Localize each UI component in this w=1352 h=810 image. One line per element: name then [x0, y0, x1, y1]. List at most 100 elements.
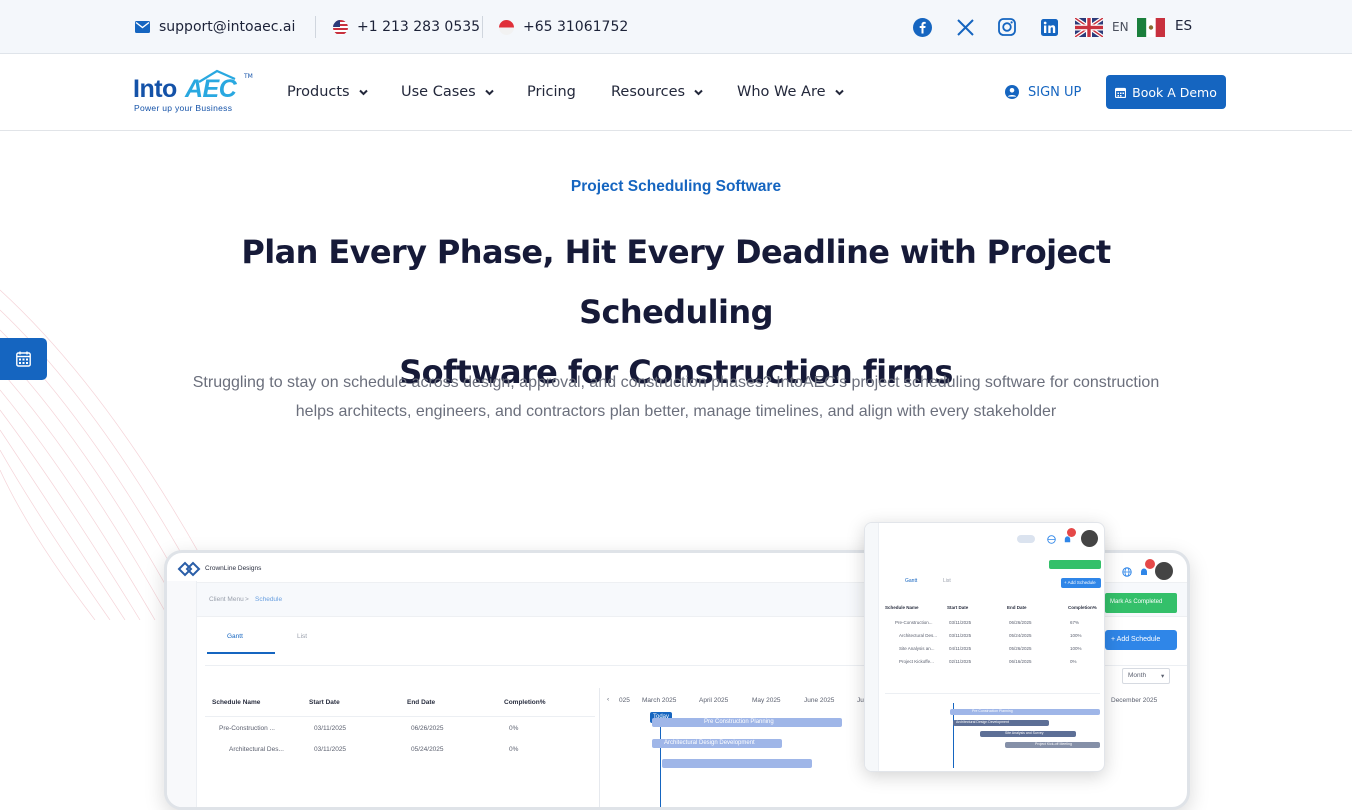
logo-roof-icon	[198, 69, 236, 83]
email-link[interactable]: support@intoaec.ai	[135, 0, 295, 54]
phone-tab-gantt: Gantt	[905, 578, 918, 584]
mock-tab-list: List	[297, 633, 308, 640]
phone-col-name: Schedule Name	[885, 605, 919, 610]
mock-col-name: Schedule Name	[212, 699, 261, 706]
mock-sidebar	[167, 581, 197, 807]
mock-month-2: April 2025	[699, 697, 729, 704]
floating-calendar-button[interactable]	[0, 338, 47, 380]
nav-who-we-are-label: Who We Are	[737, 84, 826, 100]
phone-gantt-bar-3-label: Site Analysis and Survey	[1005, 731, 1044, 735]
uk-flag-icon	[1075, 17, 1103, 37]
phone-row-1-end: 06/26/2025	[1009, 620, 1032, 625]
mock-month-5: Ju	[857, 697, 864, 704]
nav-pricing[interactable]: Pricing	[527, 82, 576, 102]
mock-gantt-bar-2: Architectural Design Development	[652, 739, 782, 748]
us-phone-link[interactable]: +1 213 283 0535	[333, 0, 480, 54]
sign-up-link[interactable]: SIGN UP	[1005, 82, 1081, 102]
nav-pricing-label: Pricing	[527, 84, 576, 100]
phone-row-2-end: 05/24/2025	[1009, 633, 1032, 638]
phone-row-2-start: 03/11/2025	[949, 633, 972, 638]
mock-row-2-end: 05/24/2025	[411, 746, 444, 753]
avatar	[1081, 530, 1098, 547]
book-demo-label: Book A Demo	[1132, 84, 1217, 100]
mobile-preview: Gantt List + Add Schedule Schedule Name …	[864, 522, 1105, 772]
divider	[482, 16, 483, 38]
phone-row-2-completion: 100%	[1070, 633, 1082, 638]
phone-tab-list: List	[943, 578, 951, 584]
mock-breadcrumb-sep: >	[245, 596, 249, 603]
phone-row-4-name: Project Kickoffe...	[899, 659, 934, 664]
crownline-logo-icon	[177, 561, 201, 577]
mock-row-2-name: Architectural Des...	[229, 746, 284, 753]
logo-tagline: Power up your Business	[134, 103, 233, 113]
lang-es-option[interactable]: ES	[1137, 0, 1192, 53]
us-flag-icon	[333, 19, 348, 35]
phone-row-4-start: 02/11/2025	[949, 659, 972, 664]
lang-es-label: ES	[1175, 18, 1193, 34]
avatar	[1155, 562, 1173, 580]
mock-col-end: End Date	[407, 699, 436, 706]
mock-col-completion: Completion%	[504, 699, 546, 706]
sg-flag-icon	[499, 19, 514, 35]
lang-en-option[interactable]: EN	[1075, 0, 1129, 54]
mock-row-1-name: Pre-Construction ...	[219, 725, 275, 732]
mock-month-4: June 2025	[804, 697, 835, 704]
phone-gantt-bar-2-label: Architectural Design Development	[956, 720, 1009, 724]
phone-row-2-name: Architectural Des...	[899, 633, 938, 638]
sg-phone-link[interactable]: +65 31061752	[499, 0, 628, 54]
chevron-down-icon	[834, 89, 844, 95]
mock-gantt-bar-2-label: Architectural Design Development	[664, 740, 755, 746]
book-demo-button[interactable]: Book A Demo	[1106, 75, 1226, 109]
hero-eyebrow: Project Scheduling Software	[570, 178, 782, 195]
mock-month-3: May 2025	[752, 697, 781, 704]
intoaec-logo[interactable]: Into AEC TM Power up your Business	[133, 69, 253, 115]
facebook-icon[interactable]	[912, 17, 932, 37]
mock-col-start: Start Date	[309, 699, 340, 706]
mock-tab-underline	[207, 652, 275, 654]
mock-mark-completed-label: Mark As Completed	[1110, 599, 1163, 605]
nav-use-cases-label: Use Cases	[401, 84, 476, 100]
phone-row-4-completion: 0%	[1070, 659, 1077, 664]
mock-gantt-bar-3	[662, 759, 812, 768]
phone-row-4-end: 06/16/2025	[1009, 659, 1032, 664]
linkedin-icon[interactable]	[1039, 17, 1059, 37]
mock-company-name: CrownLine Designs	[205, 565, 262, 572]
chevron-down-icon	[694, 89, 703, 95]
logo-trademark: TM	[244, 73, 253, 80]
nav-use-cases[interactable]: Use Cases	[401, 82, 495, 102]
phone-gantt-bar-3: Site Analysis and Survey	[980, 731, 1076, 737]
mock-breadcrumb-root: Client Menu	[209, 596, 244, 603]
mock-mark-completed-button: Mark As Completed	[1105, 593, 1177, 613]
nav-products[interactable]: Products	[287, 82, 369, 102]
phone-gantt-bar-1-label: Pre Construction Planning	[972, 709, 1013, 713]
phone-row-3-start: 04/11/2025	[949, 646, 972, 651]
mock-row-1-start: 03/11/2025	[314, 725, 347, 732]
mexico-flag-icon	[1137, 17, 1165, 37]
phone-toggle	[1017, 535, 1035, 543]
sg-phone-text: +65 31061752	[523, 19, 629, 35]
mock-month-select: Month ▾	[1122, 668, 1170, 684]
phone-add-schedule-button: + Add Schedule	[1061, 578, 1101, 588]
phone-add-schedule-label: + Add Schedule	[1064, 580, 1096, 585]
chevron-down-icon	[485, 89, 494, 95]
nav-who-we-are[interactable]: Who We Are	[737, 82, 845, 102]
main-navigation: Into AEC TM Power up your Business Produ…	[0, 54, 1352, 131]
mock-month-1: March 2025	[642, 697, 677, 704]
mock-row-2-start: 03/11/2025	[314, 746, 347, 753]
mock-gantt-back-icon: ‹	[607, 696, 610, 703]
instagram-icon[interactable]	[997, 17, 1017, 37]
nav-resources-label: Resources	[611, 84, 686, 100]
us-phone-text: +1 213 283 0535	[357, 19, 481, 35]
phone-row-1-name: Pre-Construction...	[895, 620, 933, 625]
mock-notification-badge	[1145, 559, 1155, 569]
user-circle-icon	[1005, 85, 1019, 99]
mock-month-select-label: Month	[1128, 672, 1147, 679]
lang-en-label: EN	[1112, 20, 1129, 34]
nav-resources[interactable]: Resources	[611, 82, 704, 102]
phone-row-3-name: Site Analysis an...	[899, 646, 935, 651]
mock-tab-gantt: Gantt	[227, 633, 243, 640]
mock-row-2-completion: 0%	[509, 746, 519, 753]
mock-today-line	[660, 723, 661, 807]
x-twitter-icon[interactable]	[955, 17, 975, 37]
mock-breadcrumb-current: Schedule	[255, 596, 283, 603]
